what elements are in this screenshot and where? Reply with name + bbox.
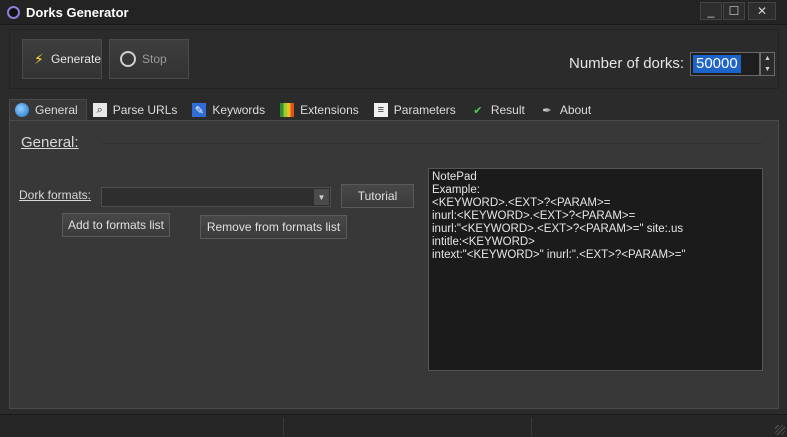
tab-parse-urls[interactable]: ⌕ Parse URLs <box>86 99 187 120</box>
globe-icon <box>15 103 29 117</box>
status-segment <box>531 418 532 435</box>
dork-formats-select[interactable]: ▼ <box>101 187 331 207</box>
minimize-button[interactable]: _ <box>700 2 722 20</box>
tab-extensions[interactable]: Extensions <box>274 99 368 120</box>
stop-label: Stop <box>142 52 167 66</box>
generate-button[interactable]: ⚡ Generate <box>22 39 102 79</box>
stop-icon <box>120 51 136 67</box>
tab-about[interactable]: ✒ About <box>533 99 601 120</box>
check-icon: ✔ <box>473 104 483 117</box>
keywords-icon: ✎ <box>192 103 207 117</box>
tab-general[interactable]: General <box>9 99 87 120</box>
tab-label: Parse URLs <box>112 103 178 117</box>
window-title: Dorks Generator <box>26 5 129 20</box>
spin-down-icon[interactable]: ▼ <box>761 64 774 75</box>
tab-keywords[interactable]: ✎ Keywords <box>186 99 275 120</box>
add-to-formats-button[interactable]: Add to formats list <box>62 213 170 237</box>
number-of-dorks-value: 50000 <box>693 55 741 73</box>
tab-label: General <box>35 103 78 117</box>
number-of-dorks-input[interactable]: 50000 <box>690 52 760 76</box>
spin-up-icon[interactable]: ▲ <box>761 53 774 64</box>
tab-result[interactable]: ✔ Result <box>464 99 534 120</box>
tab-label: Result <box>490 103 525 117</box>
dork-formats-label: Dork formats: <box>19 188 92 202</box>
resize-grip-icon[interactable] <box>775 425 785 435</box>
remove-from-formats-button[interactable]: Remove from formats list <box>200 215 347 239</box>
tutorial-button[interactable]: Tutorial <box>341 184 414 208</box>
general-panel: General: Dork formats: ▼ Tutorial Add to… <box>9 120 779 409</box>
status-bar <box>0 414 787 437</box>
tab-label: Parameters <box>393 103 456 117</box>
app-icon <box>7 6 20 19</box>
about-icon: ✒ <box>542 104 552 117</box>
status-segment <box>283 418 284 435</box>
tab-label: Keywords <box>212 103 266 117</box>
parameters-icon: ≡ <box>373 103 388 117</box>
chevron-down-icon[interactable]: ▼ <box>314 189 329 205</box>
tab-label: Extensions <box>300 103 359 117</box>
tab-parameters[interactable]: ≡ Parameters <box>367 99 465 120</box>
tab-bar: General ⌕ Parse URLs ✎ Keywords Extensio… <box>9 99 601 120</box>
stop-button[interactable]: Stop <box>109 39 189 79</box>
section-divider <box>102 143 762 144</box>
extensions-icon <box>280 103 295 117</box>
close-button[interactable]: ✕ <box>748 2 776 20</box>
maximize-button[interactable]: ☐ <box>723 2 745 20</box>
section-title: General: <box>21 134 79 151</box>
number-of-dorks-label: Number of dorks: <box>569 55 685 72</box>
parse-urls-icon: ⌕ <box>92 103 107 117</box>
tab-label: About <box>559 103 592 117</box>
notepad-textarea[interactable]: NotePad Example: <KEYWORD>.<EXT>?<PARAM>… <box>428 168 763 371</box>
generate-label: Generate <box>50 52 101 66</box>
title-bar: Dorks Generator _ ☐ ✕ <box>0 0 787 25</box>
lightning-icon: ⚡ <box>34 51 44 67</box>
number-spinner[interactable]: ▲ ▼ <box>760 52 775 76</box>
